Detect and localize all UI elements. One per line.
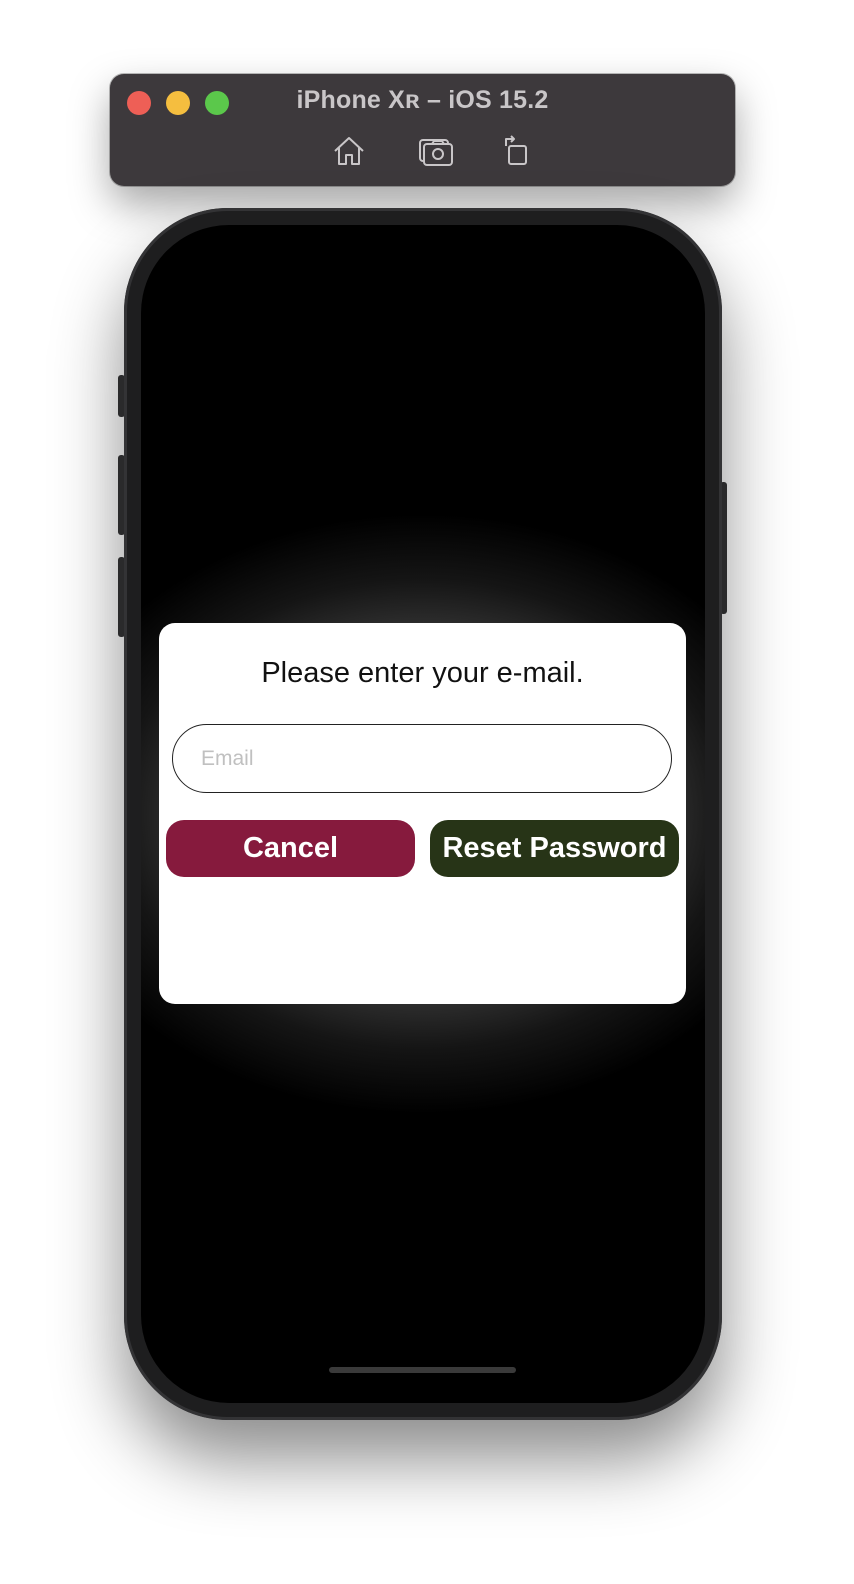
reset-password-dialog: Please enter your e-mail. Cancel Reset P… bbox=[159, 623, 686, 1004]
screenshot-icon[interactable] bbox=[418, 133, 454, 169]
home-indicator[interactable] bbox=[329, 1367, 516, 1373]
email-input[interactable] bbox=[172, 724, 672, 793]
cancel-button[interactable]: Cancel bbox=[166, 820, 415, 877]
home-icon[interactable] bbox=[331, 133, 367, 169]
window-title: iPhone Xʀ – iOS 15.2 bbox=[296, 86, 549, 114]
rotate-icon[interactable] bbox=[498, 133, 534, 169]
simulator-stage: iPhone Xʀ – iOS 15.2 Please enter your e… bbox=[0, 0, 854, 1584]
reset-password-button[interactable]: Reset Password bbox=[430, 820, 679, 877]
dialog-message: Please enter your e-mail. bbox=[261, 657, 584, 689]
